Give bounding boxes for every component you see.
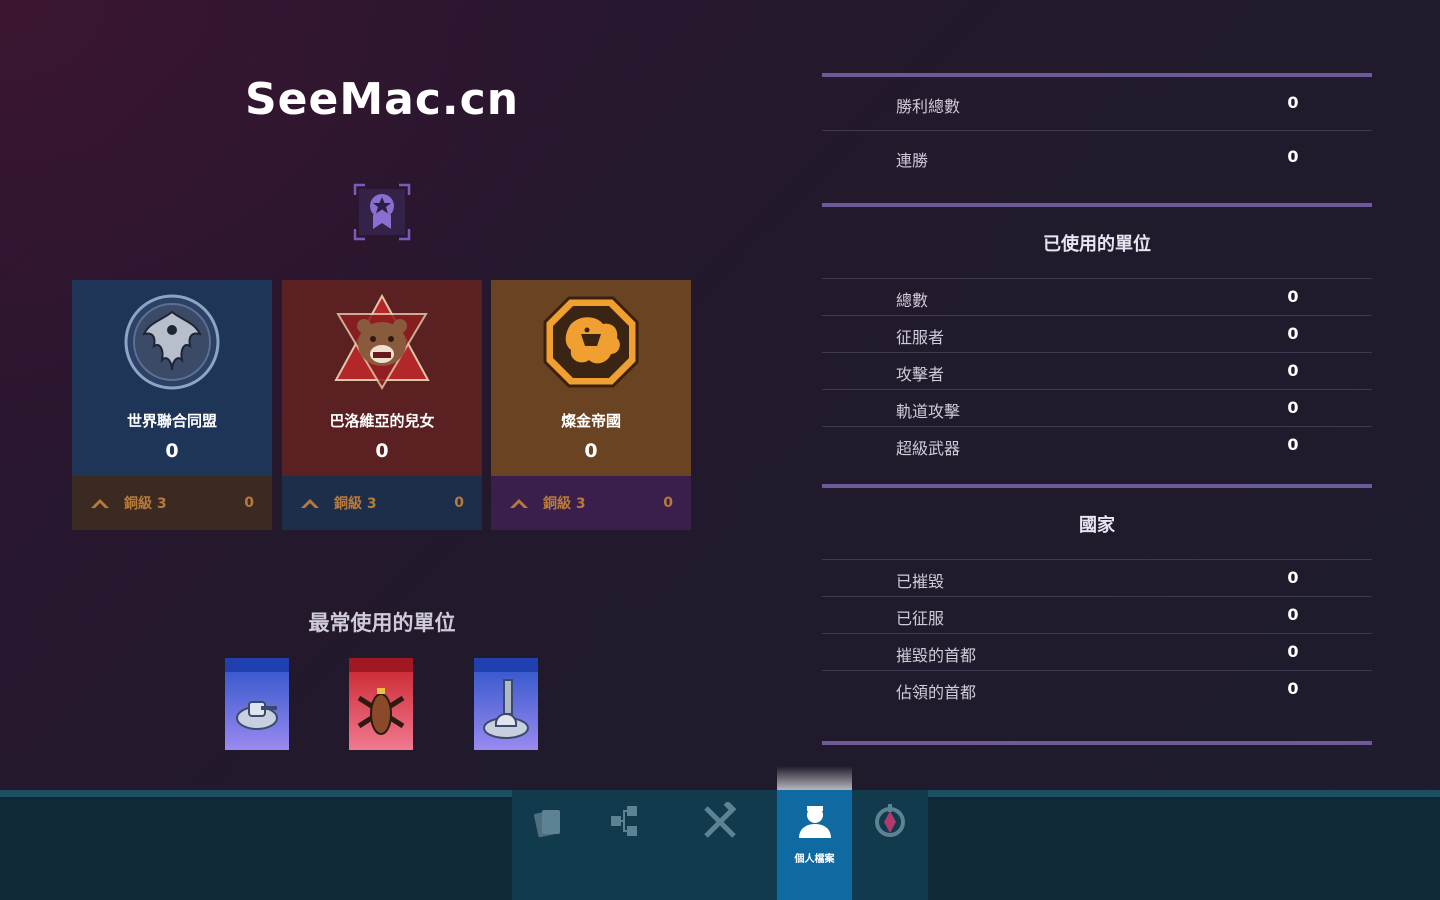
stat-value: 0 [1287, 93, 1299, 112]
divider [822, 670, 1372, 671]
stat-label: 征服者 [896, 328, 945, 347]
stat-label: 軌道攻擊 [896, 402, 961, 421]
units-used-title: 已使用的單位 [1043, 234, 1151, 255]
stat-value: 0 [1287, 361, 1299, 380]
divider [822, 559, 1372, 560]
faction-score: 0 [375, 440, 389, 462]
divider [822, 426, 1372, 427]
divider [822, 484, 1372, 488]
divider [822, 389, 1372, 390]
divider [822, 596, 1372, 597]
stat-value: 0 [1287, 642, 1299, 661]
faction-card-top: 燦金帝國 0 [491, 280, 691, 476]
nations-title: 國家 [1079, 515, 1115, 536]
divider [822, 73, 1372, 77]
stat-label: 已征服 [896, 609, 945, 628]
profile-icon[interactable] [795, 802, 835, 842]
stat-label: 摧毀的首都 [896, 646, 977, 665]
faction-name: 世界聯合同盟 [126, 412, 217, 430]
stat-row: 摧毀的首都 0 [822, 638, 1372, 668]
stat-value: 0 [1287, 435, 1299, 454]
faction-rank-bar: 銅級 3 0 [491, 476, 691, 530]
most-used-units-title: 最常使用的單位 [308, 611, 456, 635]
divider [822, 741, 1372, 745]
stat-label: 總數 [896, 291, 929, 310]
cards-icon[interactable] [530, 802, 570, 842]
tech-tree-icon[interactable] [605, 802, 645, 842]
stat-row-total-wins: 勝利總數 0 [822, 89, 1372, 119]
faction-rank-bar: 銅級 3 0 [72, 476, 272, 530]
stat-value: 0 [1287, 147, 1299, 166]
chevron-rank-icon [510, 499, 528, 508]
stat-row: 佔領的首都 0 [822, 675, 1372, 705]
divider [822, 278, 1372, 279]
faction-cards: 世界聯合同盟 0 銅級 3 0 巴洛維亞的兒女 0 銅級 3 0 燦金帝國 0 … [72, 280, 692, 530]
divider [822, 315, 1372, 316]
stat-label: 超級武器 [896, 439, 961, 458]
faction-card-golden-empire[interactable]: 燦金帝國 0 銅級 3 0 [491, 280, 691, 530]
stat-label: 已摧毀 [896, 572, 945, 591]
gunship-unit-icon[interactable] [349, 658, 413, 750]
faction-card-borovia[interactable]: 巴洛維亞的兒女 0 銅級 3 0 [282, 280, 482, 530]
bear-emblem-icon [334, 294, 430, 390]
stat-label: 勝利總數 [896, 97, 961, 116]
chevron-rank-icon [91, 499, 109, 508]
divider [822, 352, 1372, 353]
stat-value: 0 [1287, 568, 1299, 587]
stat-row: 軌道攻擊 0 [822, 394, 1372, 424]
tank-unit-icon[interactable] [225, 658, 289, 750]
divider [822, 633, 1372, 634]
stats-panel: 勝利總數 0 連勝 0 已使用的單位 總數 0 征服者 0 攻擊者 0 軌道攻擊… [822, 0, 1372, 790]
dragon-emblem-icon [543, 296, 639, 388]
faction-rank-bar: 銅級 3 0 [282, 476, 482, 530]
rank-label: 銅級 3 [124, 496, 167, 512]
faction-name: 燦金帝國 [560, 412, 621, 430]
stat-row: 超級武器 0 [822, 431, 1372, 461]
stat-value: 0 [1287, 605, 1299, 624]
stat-row: 攻擊者 0 [822, 357, 1372, 387]
rank-value: 0 [244, 495, 254, 511]
stat-row: 已摧毀 0 [822, 564, 1372, 594]
faction-score: 0 [165, 440, 179, 462]
faction-score: 0 [584, 440, 598, 462]
rank-label: 銅級 3 [543, 496, 586, 512]
stat-value: 0 [1287, 287, 1299, 306]
faction-card-world-alliance[interactable]: 世界聯合同盟 0 銅級 3 0 [72, 280, 272, 530]
ribbon-star-icon[interactable] [353, 183, 411, 241]
stat-value: 0 [1287, 398, 1299, 417]
eagle-emblem-icon [124, 294, 220, 390]
stat-value: 0 [1287, 324, 1299, 343]
rank-value: 0 [454, 495, 464, 511]
stat-label: 攻擊者 [896, 365, 945, 384]
stat-row: 征服者 0 [822, 320, 1372, 350]
stat-value: 0 [1287, 679, 1299, 698]
divider [822, 203, 1372, 207]
stat-label: 連勝 [896, 151, 929, 170]
turret-unit-icon[interactable] [474, 658, 538, 750]
player-name: SeeMac.cn [244, 74, 520, 125]
faction-name: 巴洛維亞的兒女 [329, 412, 435, 430]
stat-row: 總數 0 [822, 283, 1372, 313]
crossed-swords-icon[interactable] [700, 802, 740, 842]
stat-row-win-streak: 連勝 0 [822, 143, 1372, 173]
divider [822, 130, 1372, 131]
stat-row: 已征服 0 [822, 601, 1372, 631]
compass-icon[interactable] [870, 802, 910, 842]
stat-label: 佔領的首都 [896, 683, 977, 702]
rank-label: 銅級 3 [334, 496, 377, 512]
faction-card-top: 世界聯合同盟 0 [72, 280, 272, 476]
nav-tab-profile-label: 個人檔案 [794, 854, 835, 865]
chevron-rank-icon [301, 499, 319, 508]
faction-card-top: 巴洛維亞的兒女 0 [282, 280, 482, 476]
rank-value: 0 [663, 495, 673, 511]
